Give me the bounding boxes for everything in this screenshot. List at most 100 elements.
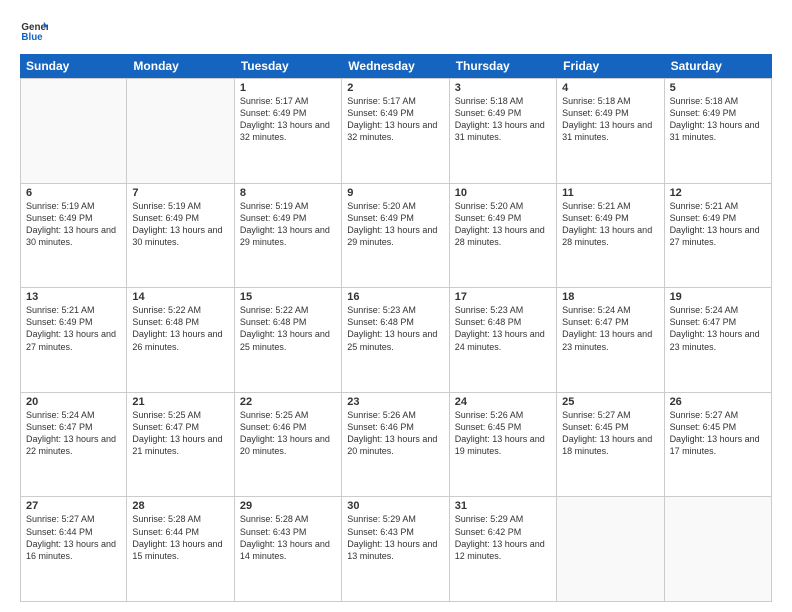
calendar-cell: 29Sunrise: 5:28 AMSunset: 6:43 PMDayligh… <box>235 497 342 601</box>
day-header-friday: Friday <box>557 54 664 78</box>
calendar-cell: 3Sunrise: 5:18 AMSunset: 6:49 PMDaylight… <box>450 79 557 183</box>
calendar-cell: 24Sunrise: 5:26 AMSunset: 6:45 PMDayligh… <box>450 393 557 497</box>
day-number: 31 <box>455 500 551 512</box>
day-number: 29 <box>240 500 336 512</box>
cell-info: Sunrise: 5:19 AMSunset: 6:49 PMDaylight:… <box>26 200 121 249</box>
day-number: 5 <box>670 82 766 94</box>
day-number: 16 <box>347 291 443 303</box>
cell-info: Sunrise: 5:26 AMSunset: 6:46 PMDaylight:… <box>347 409 443 458</box>
cell-info: Sunrise: 5:19 AMSunset: 6:49 PMDaylight:… <box>132 200 228 249</box>
cell-info: Sunrise: 5:23 AMSunset: 6:48 PMDaylight:… <box>347 304 443 353</box>
day-number: 1 <box>240 82 336 94</box>
calendar-body: 1Sunrise: 5:17 AMSunset: 6:49 PMDaylight… <box>20 78 772 602</box>
calendar-cell: 14Sunrise: 5:22 AMSunset: 6:48 PMDayligh… <box>127 288 234 392</box>
calendar-cell: 11Sunrise: 5:21 AMSunset: 6:49 PMDayligh… <box>557 184 664 288</box>
cell-info: Sunrise: 5:21 AMSunset: 6:49 PMDaylight:… <box>670 200 766 249</box>
calendar-row-2: 13Sunrise: 5:21 AMSunset: 6:49 PMDayligh… <box>20 288 772 393</box>
day-number: 15 <box>240 291 336 303</box>
day-number: 30 <box>347 500 443 512</box>
day-number: 8 <box>240 187 336 199</box>
calendar-cell: 21Sunrise: 5:25 AMSunset: 6:47 PMDayligh… <box>127 393 234 497</box>
cell-info: Sunrise: 5:22 AMSunset: 6:48 PMDaylight:… <box>240 304 336 353</box>
cell-info: Sunrise: 5:24 AMSunset: 6:47 PMDaylight:… <box>562 304 658 353</box>
cell-info: Sunrise: 5:18 AMSunset: 6:49 PMDaylight:… <box>670 95 766 144</box>
day-number: 26 <box>670 396 766 408</box>
day-header-wednesday: Wednesday <box>342 54 449 78</box>
cell-info: Sunrise: 5:20 AMSunset: 6:49 PMDaylight:… <box>347 200 443 249</box>
day-number: 7 <box>132 187 228 199</box>
calendar: SundayMondayTuesdayWednesdayThursdayFrid… <box>20 54 772 602</box>
logo-icon: General Blue <box>20 16 48 44</box>
cell-info: Sunrise: 5:27 AMSunset: 6:45 PMDaylight:… <box>562 409 658 458</box>
calendar-cell <box>665 497 772 601</box>
calendar-cell: 4Sunrise: 5:18 AMSunset: 6:49 PMDaylight… <box>557 79 664 183</box>
cell-info: Sunrise: 5:26 AMSunset: 6:45 PMDaylight:… <box>455 409 551 458</box>
calendar-cell <box>20 79 127 183</box>
calendar-cell: 19Sunrise: 5:24 AMSunset: 6:47 PMDayligh… <box>665 288 772 392</box>
day-number: 17 <box>455 291 551 303</box>
page-header: General Blue <box>20 16 772 44</box>
day-number: 18 <box>562 291 658 303</box>
calendar-cell: 20Sunrise: 5:24 AMSunset: 6:47 PMDayligh… <box>20 393 127 497</box>
calendar-cell: 13Sunrise: 5:21 AMSunset: 6:49 PMDayligh… <box>20 288 127 392</box>
calendar-cell: 16Sunrise: 5:23 AMSunset: 6:48 PMDayligh… <box>342 288 449 392</box>
day-number: 13 <box>26 291 121 303</box>
cell-info: Sunrise: 5:27 AMSunset: 6:45 PMDaylight:… <box>670 409 766 458</box>
cell-info: Sunrise: 5:20 AMSunset: 6:49 PMDaylight:… <box>455 200 551 249</box>
cell-info: Sunrise: 5:21 AMSunset: 6:49 PMDaylight:… <box>26 304 121 353</box>
day-header-thursday: Thursday <box>450 54 557 78</box>
calendar-header: SundayMondayTuesdayWednesdayThursdayFrid… <box>20 54 772 78</box>
calendar-cell: 1Sunrise: 5:17 AMSunset: 6:49 PMDaylight… <box>235 79 342 183</box>
calendar-cell: 18Sunrise: 5:24 AMSunset: 6:47 PMDayligh… <box>557 288 664 392</box>
cell-info: Sunrise: 5:28 AMSunset: 6:44 PMDaylight:… <box>132 513 228 562</box>
day-number: 10 <box>455 187 551 199</box>
calendar-cell: 5Sunrise: 5:18 AMSunset: 6:49 PMDaylight… <box>665 79 772 183</box>
cell-info: Sunrise: 5:23 AMSunset: 6:48 PMDaylight:… <box>455 304 551 353</box>
calendar-cell: 15Sunrise: 5:22 AMSunset: 6:48 PMDayligh… <box>235 288 342 392</box>
cell-info: Sunrise: 5:25 AMSunset: 6:46 PMDaylight:… <box>240 409 336 458</box>
cell-info: Sunrise: 5:18 AMSunset: 6:49 PMDaylight:… <box>455 95 551 144</box>
day-number: 19 <box>670 291 766 303</box>
calendar-cell: 30Sunrise: 5:29 AMSunset: 6:43 PMDayligh… <box>342 497 449 601</box>
day-number: 3 <box>455 82 551 94</box>
day-number: 25 <box>562 396 658 408</box>
day-number: 24 <box>455 396 551 408</box>
calendar-cell: 31Sunrise: 5:29 AMSunset: 6:42 PMDayligh… <box>450 497 557 601</box>
cell-info: Sunrise: 5:17 AMSunset: 6:49 PMDaylight:… <box>240 95 336 144</box>
day-number: 20 <box>26 396 121 408</box>
calendar-cell: 2Sunrise: 5:17 AMSunset: 6:49 PMDaylight… <box>342 79 449 183</box>
calendar-cell: 8Sunrise: 5:19 AMSunset: 6:49 PMDaylight… <box>235 184 342 288</box>
calendar-cell: 12Sunrise: 5:21 AMSunset: 6:49 PMDayligh… <box>665 184 772 288</box>
calendar-cell: 25Sunrise: 5:27 AMSunset: 6:45 PMDayligh… <box>557 393 664 497</box>
day-number: 6 <box>26 187 121 199</box>
svg-text:Blue: Blue <box>21 32 43 43</box>
cell-info: Sunrise: 5:29 AMSunset: 6:42 PMDaylight:… <box>455 513 551 562</box>
calendar-cell: 23Sunrise: 5:26 AMSunset: 6:46 PMDayligh… <box>342 393 449 497</box>
calendar-cell: 9Sunrise: 5:20 AMSunset: 6:49 PMDaylight… <box>342 184 449 288</box>
calendar-row-0: 1Sunrise: 5:17 AMSunset: 6:49 PMDaylight… <box>20 78 772 184</box>
cell-info: Sunrise: 5:17 AMSunset: 6:49 PMDaylight:… <box>347 95 443 144</box>
day-number: 14 <box>132 291 228 303</box>
calendar-cell <box>127 79 234 183</box>
day-number: 9 <box>347 187 443 199</box>
calendar-cell: 26Sunrise: 5:27 AMSunset: 6:45 PMDayligh… <box>665 393 772 497</box>
calendar-row-3: 20Sunrise: 5:24 AMSunset: 6:47 PMDayligh… <box>20 393 772 498</box>
cell-info: Sunrise: 5:28 AMSunset: 6:43 PMDaylight:… <box>240 513 336 562</box>
day-header-monday: Monday <box>127 54 234 78</box>
calendar-cell: 17Sunrise: 5:23 AMSunset: 6:48 PMDayligh… <box>450 288 557 392</box>
day-number: 11 <box>562 187 658 199</box>
day-number: 28 <box>132 500 228 512</box>
cell-info: Sunrise: 5:29 AMSunset: 6:43 PMDaylight:… <box>347 513 443 562</box>
day-number: 27 <box>26 500 121 512</box>
day-number: 22 <box>240 396 336 408</box>
calendar-cell <box>557 497 664 601</box>
cell-info: Sunrise: 5:25 AMSunset: 6:47 PMDaylight:… <box>132 409 228 458</box>
calendar-cell: 7Sunrise: 5:19 AMSunset: 6:49 PMDaylight… <box>127 184 234 288</box>
calendar-cell: 10Sunrise: 5:20 AMSunset: 6:49 PMDayligh… <box>450 184 557 288</box>
calendar-cell: 22Sunrise: 5:25 AMSunset: 6:46 PMDayligh… <box>235 393 342 497</box>
cell-info: Sunrise: 5:27 AMSunset: 6:44 PMDaylight:… <box>26 513 121 562</box>
logo: General Blue <box>20 16 50 44</box>
day-header-sunday: Sunday <box>20 54 127 78</box>
day-header-saturday: Saturday <box>665 54 772 78</box>
calendar-row-1: 6Sunrise: 5:19 AMSunset: 6:49 PMDaylight… <box>20 184 772 289</box>
